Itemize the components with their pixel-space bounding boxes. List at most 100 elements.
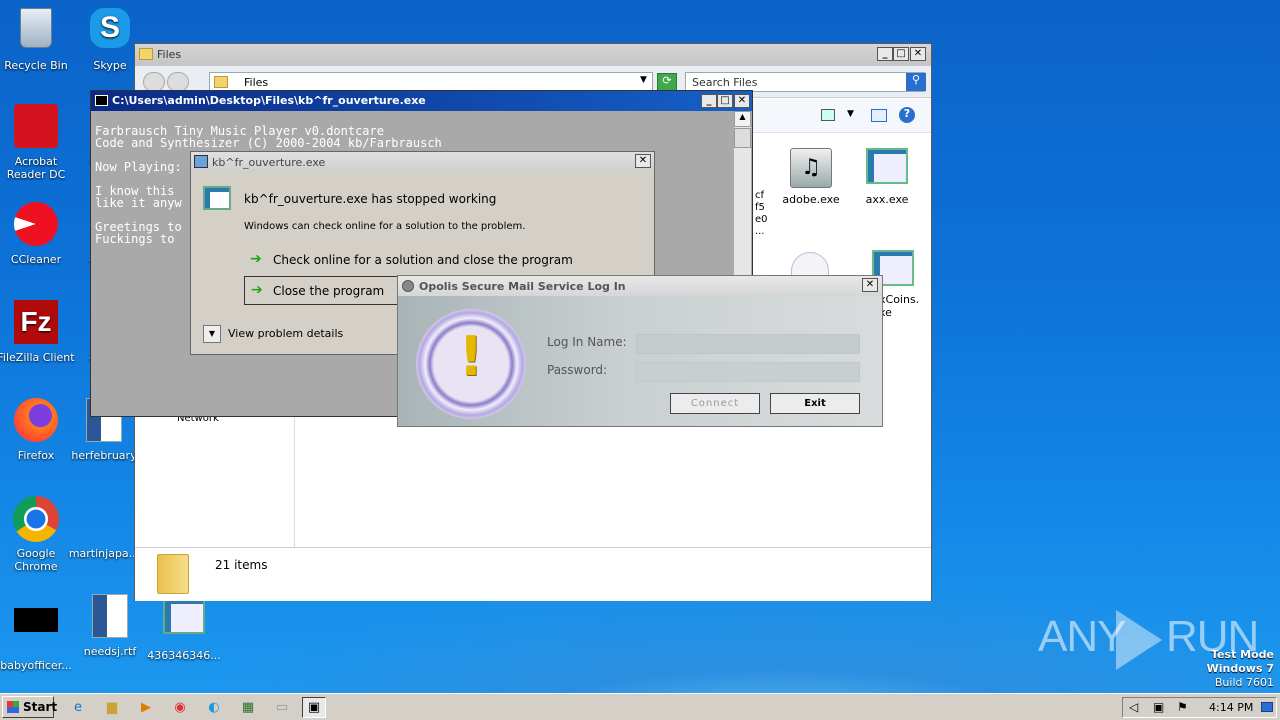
- address-bar[interactable]: Files ▼: [209, 72, 653, 92]
- help-icon[interactable]: ?: [899, 107, 915, 123]
- warning-icon: !: [416, 309, 526, 419]
- connect-button[interactable]: Connect: [670, 393, 760, 414]
- black-file-icon: [14, 608, 58, 632]
- search-icon[interactable]: ⚲: [906, 73, 926, 91]
- edge-icon[interactable]: ◐: [202, 697, 226, 718]
- skype-icon: S: [90, 8, 130, 48]
- ie-icon[interactable]: e: [66, 697, 90, 718]
- media-player-icon[interactable]: ▶: [134, 697, 158, 718]
- password-label: Password:: [547, 363, 608, 377]
- explorer-title: Files: [157, 48, 182, 61]
- view-details-label: View problem details: [228, 327, 344, 340]
- test-mode-text: Test Mode Windows 7 Build 7601: [1206, 648, 1274, 689]
- word-doc-icon: [92, 594, 128, 638]
- recycle-bin-icon: [20, 8, 52, 48]
- desktop-icon[interactable]: Recycle Bin: [0, 8, 76, 72]
- clock[interactable]: 4:14 PM: [1209, 701, 1253, 714]
- chrome-icon: [13, 496, 59, 542]
- program-icon: [203, 186, 231, 210]
- console-title: C:\Users\admin\Desktop\Files\kb^fr_ouver…: [112, 94, 426, 107]
- preview-pane-icon[interactable]: [871, 109, 887, 122]
- green-arrow-icon: ➔: [250, 251, 262, 267]
- explorer-folder-icon[interactable]: ▆: [100, 697, 124, 718]
- chrome-icon[interactable]: ◉: [168, 697, 192, 718]
- desktop-icon[interactable]: needsj.rtf: [70, 594, 150, 658]
- forward-button[interactable]: [167, 72, 189, 92]
- exe-shield-icon: [163, 598, 205, 634]
- login-name-field[interactable]: [636, 334, 860, 354]
- login-app-icon: [402, 280, 414, 292]
- console-app-icon: [95, 95, 108, 106]
- close-button[interactable]: ✕: [910, 47, 926, 61]
- console-titlebar[interactable]: C:\Users\admin\Desktop\Files\kb^fr_ouver…: [91, 91, 752, 111]
- file-item[interactable]: axx.exe: [851, 148, 923, 206]
- refresh-icon[interactable]: ⟳: [657, 73, 677, 91]
- login-name-label: Log In Name:: [547, 335, 627, 349]
- system-tray: ◁ ▣ ⚑ 4:14 PM: [1122, 697, 1277, 718]
- maximize-button[interactable]: □: [893, 47, 909, 61]
- desktop-icon[interactable]: 436346346...: [144, 594, 224, 662]
- search-placeholder: Search Files: [692, 76, 758, 89]
- chevron-down-icon: ▼: [203, 325, 221, 343]
- app-icon[interactable]: ▦: [236, 697, 260, 718]
- search-input[interactable]: Search Files ⚲: [685, 72, 926, 92]
- partial-filename-texts: cf f5 e0 ...: [755, 190, 768, 237]
- scroll-thumb[interactable]: [734, 128, 751, 148]
- taskbar: Start e ▆ ▶ ◉ ◐ ▦ ▭ ▣ ◁ ▣ ⚑ 4:14 PM: [0, 693, 1280, 720]
- network-icon[interactable]: ▣: [1153, 700, 1164, 714]
- windows-logo-icon: [7, 701, 19, 713]
- view-options-icon[interactable]: [821, 109, 835, 121]
- error-app-icon: [194, 155, 208, 168]
- login-title: Opolis Secure Mail Service Log In: [419, 280, 626, 293]
- blank-app-icon[interactable]: ▭: [270, 697, 294, 718]
- item-count: 21 items: [215, 558, 268, 572]
- error-dialog-titlebar[interactable]: kb^fr_ouverture.exe ✕: [191, 152, 654, 172]
- error-heading: kb^fr_ouverture.exe has stopped working: [244, 192, 497, 206]
- login-dialog: Opolis Secure Mail Service Log In ✕ ! Lo…: [397, 275, 883, 427]
- console-minimize-button[interactable]: _: [701, 94, 717, 108]
- exit-button[interactable]: Exit: [770, 393, 860, 414]
- error-dialog-title: kb^fr_ouverture.exe: [212, 156, 326, 169]
- acrobat-icon: [14, 104, 58, 148]
- desktop-icon-label: needsj.rtf: [83, 645, 137, 658]
- desktop-icon[interactable]: babyofficer...: [0, 594, 76, 672]
- back-button[interactable]: [143, 72, 165, 92]
- error-close-button[interactable]: ✕: [635, 154, 651, 168]
- console-line: Code and Synthesizer (C) 2000-2004 kb/Fa…: [95, 136, 442, 150]
- minimize-button[interactable]: _: [877, 47, 893, 61]
- active-window-icon[interactable]: ▣: [302, 697, 326, 718]
- filezilla-icon: Fz: [14, 300, 58, 344]
- flag-icon[interactable]: ⚑: [1177, 700, 1188, 714]
- play-logo-icon: [1116, 610, 1162, 670]
- desktop-icon[interactable]: martinjapa...: [64, 496, 144, 560]
- file-item[interactable]: ♫ adobe.exe: [775, 148, 847, 206]
- desktop-icon-label: herfebruary: [71, 449, 137, 462]
- desktop-icon-label: martinjapa...: [68, 547, 140, 560]
- scroll-up-arrow[interactable]: ▲: [734, 111, 751, 127]
- close-program-label: Close the program: [273, 284, 385, 298]
- start-button[interactable]: Start: [2, 696, 57, 718]
- check-online-option[interactable]: ➔ Check online for a solution and close …: [244, 249, 644, 271]
- desktop-icon-label: 436346346...: [147, 649, 221, 662]
- show-desktop-icon[interactable]: [1261, 702, 1273, 712]
- address-text: Files: [244, 76, 269, 89]
- login-titlebar[interactable]: Opolis Secure Mail Service Log In ✕: [398, 276, 882, 296]
- details-pane: 21 items: [135, 547, 931, 601]
- music-folder-icon: ♫: [790, 148, 832, 188]
- login-close-button[interactable]: ✕: [862, 278, 878, 292]
- desktop-icon-label: Recycle Bin: [4, 59, 68, 72]
- green-arrow-icon: ➔: [251, 282, 263, 298]
- folder-large-icon: [157, 554, 189, 594]
- ccleaner-icon: [14, 202, 58, 246]
- chevron-down-icon[interactable]: ▼: [640, 75, 647, 85]
- speaker-icon[interactable]: ◁: [1129, 700, 1138, 714]
- console-maximize-button[interactable]: □: [717, 94, 733, 108]
- password-field[interactable]: [636, 362, 860, 382]
- view-dropdown-icon[interactable]: ▼: [847, 109, 854, 119]
- folder-icon: [139, 48, 153, 60]
- file-name: axx.exe: [865, 193, 909, 206]
- firefox-icon: [14, 398, 58, 442]
- desktop-icon-label: babyofficer...: [0, 659, 72, 672]
- explorer-titlebar[interactable]: Files _ □ ✕: [135, 44, 931, 66]
- console-close-button[interactable]: ✕: [734, 94, 750, 108]
